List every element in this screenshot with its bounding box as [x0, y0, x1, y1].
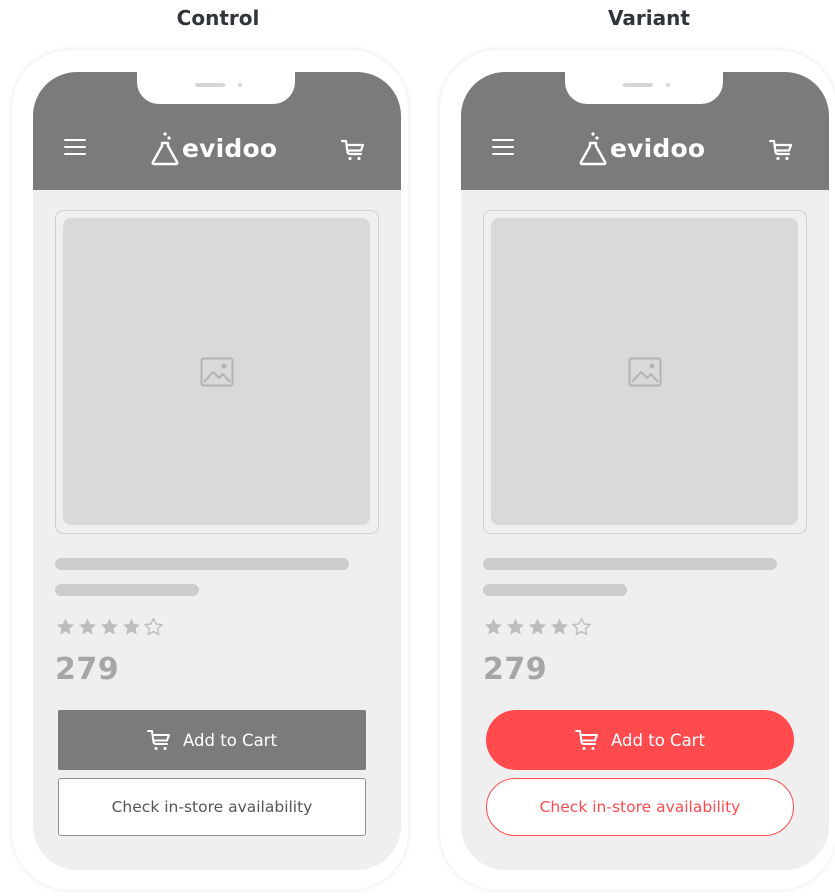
- star-outline-icon: [572, 617, 591, 636]
- cart-icon: [147, 730, 171, 750]
- product-image-placeholder: [491, 218, 798, 525]
- add-to-cart-label: Add to Cart: [183, 730, 277, 750]
- add-to-cart-button[interactable]: Add to Cart: [486, 710, 794, 770]
- star-icon: [123, 618, 140, 635]
- product-subtitle-placeholder: [55, 584, 199, 596]
- star-outline-icon: [144, 617, 163, 636]
- star-icon: [57, 618, 74, 635]
- hamburger-menu-icon[interactable]: [64, 139, 86, 157]
- check-availability-label: Check in-store availability: [539, 798, 741, 816]
- check-availability-button[interactable]: Check in-store availability: [58, 778, 366, 836]
- product-image-placeholder: [63, 218, 370, 525]
- star-icon: [79, 618, 96, 635]
- product-subtitle-placeholder: [483, 584, 627, 596]
- product-image[interactable]: [483, 210, 807, 534]
- brand-logo[interactable]: evidoo: [150, 130, 277, 166]
- control-column-title: Control: [176, 6, 260, 30]
- notch-camera: [666, 83, 670, 87]
- product-price: 279: [55, 652, 120, 687]
- flask-icon: [151, 132, 179, 166]
- flask-icon: [579, 132, 607, 166]
- cart-icon: [575, 730, 599, 750]
- star-icon: [529, 618, 546, 635]
- app-header: evidoo: [33, 72, 401, 190]
- phone-screen: evidoo 279 Add to Cart Check in-store av…: [461, 72, 829, 870]
- phone-notch: [565, 72, 723, 104]
- logo-text: evidoo: [182, 133, 278, 163]
- image-placeholder-icon: [200, 357, 234, 387]
- ab-test-comparison: Control Variant evidoo 279 Add to Cart C…: [0, 0, 835, 896]
- check-availability-label: Check in-store availability: [111, 798, 313, 816]
- product-title-placeholder: [55, 558, 349, 570]
- notch-camera: [238, 83, 242, 87]
- variant-column-title: Variant: [608, 6, 690, 30]
- star-icon: [101, 618, 118, 635]
- rating-stars: [55, 617, 164, 637]
- product-image[interactable]: [55, 210, 379, 534]
- add-to-cart-label: Add to Cart: [611, 730, 705, 750]
- phone-screen: evidoo 279 Add to Cart Check in-store av…: [33, 72, 401, 870]
- app-header: evidoo: [461, 72, 829, 190]
- add-to-cart-button[interactable]: Add to Cart: [58, 710, 366, 770]
- notch-speaker: [195, 83, 225, 87]
- star-icon: [551, 618, 568, 635]
- rating-stars: [483, 617, 592, 637]
- notch-speaker: [623, 83, 653, 87]
- check-availability-button[interactable]: Check in-store availability: [486, 778, 794, 836]
- cart-icon[interactable]: [341, 138, 365, 162]
- product-price: 279: [483, 652, 548, 687]
- phone-notch: [137, 72, 295, 104]
- product-title-placeholder: [483, 558, 777, 570]
- variant-phone-mockup: evidoo 279 Add to Cart Check in-store av…: [440, 50, 835, 890]
- star-icon: [485, 618, 502, 635]
- control-phone-mockup: evidoo 279 Add to Cart Check in-store av…: [12, 50, 408, 890]
- cart-icon[interactable]: [769, 138, 793, 162]
- logo-text: evidoo: [610, 133, 706, 163]
- brand-logo[interactable]: evidoo: [578, 130, 705, 166]
- star-icon: [507, 618, 524, 635]
- hamburger-menu-icon[interactable]: [492, 139, 514, 157]
- image-placeholder-icon: [628, 357, 662, 387]
